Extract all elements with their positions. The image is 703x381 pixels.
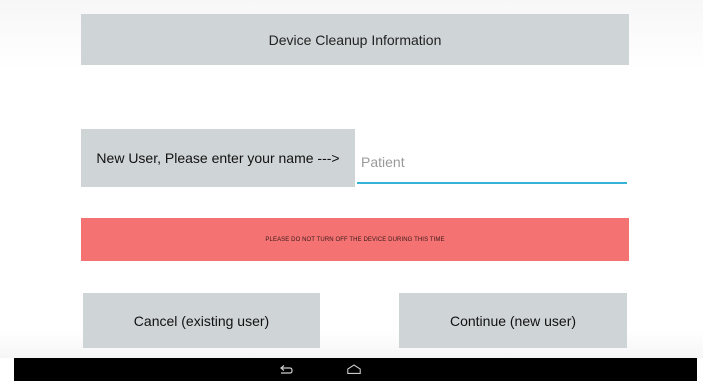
warning-banner: PLEASE DO NOT TURN OFF THE DEVICE DURING…: [81, 218, 629, 261]
name-prompt-label: New User, Please enter your name --->: [81, 129, 355, 187]
page-title: Device Cleanup Information: [81, 14, 629, 65]
name-input[interactable]: [357, 142, 627, 184]
back-icon[interactable]: [278, 362, 294, 376]
home-icon[interactable]: [346, 362, 362, 376]
name-prompt-text: New User, Please enter your name --->: [96, 150, 340, 166]
continue-button-label: Continue (new user): [449, 312, 577, 329]
page-title-text: Device Cleanup Information: [268, 31, 442, 48]
app-screen: Device Cleanup Information New User, Ple…: [0, 0, 703, 358]
cancel-button[interactable]: Cancel (existing user): [83, 293, 320, 348]
cancel-button-label: Cancel (existing user): [133, 312, 270, 329]
continue-button[interactable]: Continue (new user): [399, 293, 627, 348]
system-navigation-bar: [14, 358, 697, 381]
warning-text: PLEASE DO NOT TURN OFF THE DEVICE DURING…: [265, 236, 445, 243]
